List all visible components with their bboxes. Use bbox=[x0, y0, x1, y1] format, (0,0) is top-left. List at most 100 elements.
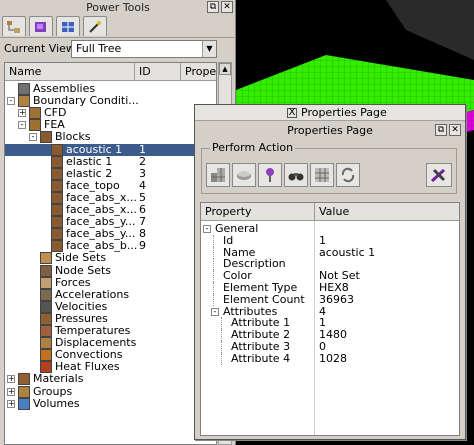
close-icon[interactable]: ✕ bbox=[449, 124, 461, 136]
tree-line bbox=[221, 341, 222, 353]
tree-item[interactable]: acoustic 1 1 bbox=[5, 142, 216, 156]
block-icon bbox=[51, 179, 63, 192]
power-tools-toolbar bbox=[2, 16, 107, 36]
column-header-value[interactable]: Value bbox=[315, 203, 459, 221]
current-view-row: Current View Full Tree ▼ bbox=[0, 37, 236, 59]
current-view-value: Full Tree bbox=[76, 42, 122, 55]
tree-line bbox=[213, 282, 214, 294]
current-view-label: Current View bbox=[4, 42, 75, 55]
panel-title: Power Tools bbox=[86, 1, 150, 14]
tree-item-label: Volumes bbox=[33, 396, 80, 410]
pressures-icon bbox=[40, 312, 52, 325]
properties-window: X Properties Page Properties Page ⧉ ✕ Pe… bbox=[194, 104, 466, 440]
property-key: General bbox=[215, 222, 259, 235]
tree-item[interactable]: + Materials bbox=[5, 373, 216, 386]
tree-item[interactable]: - Boundary Conditi... bbox=[5, 95, 216, 108]
side-sets-icon bbox=[40, 252, 52, 265]
perform-action-group: Perform Action bbox=[201, 142, 457, 194]
tree-item[interactable]: Side Sets bbox=[5, 252, 216, 265]
tree-header: Name ID Proper bbox=[5, 63, 216, 81]
wand-tab-icon[interactable] bbox=[83, 16, 107, 36]
binoculars-icon[interactable] bbox=[284, 163, 308, 187]
expand-icon[interactable]: + bbox=[7, 387, 15, 396]
tree-item-label: elastic 2 bbox=[66, 166, 113, 180]
tree-line bbox=[213, 293, 214, 306]
tree-item-label: Groups bbox=[33, 384, 73, 398]
tree-item[interactable]: + Groups bbox=[5, 384, 216, 398]
collapse-icon[interactable]: - bbox=[18, 121, 26, 130]
property-value: 1028 bbox=[319, 351, 347, 365]
tree-item[interactable]: - Blocks bbox=[5, 131, 216, 144]
tree-item-id: 3 bbox=[139, 166, 146, 180]
cfd-icon bbox=[29, 107, 41, 120]
tree-item-label: Accelerations bbox=[55, 287, 130, 301]
collapse-icon[interactable]: - bbox=[203, 225, 211, 233]
expand-icon[interactable]: + bbox=[18, 109, 26, 118]
temperatures-icon bbox=[40, 325, 52, 337]
property-key: Id bbox=[223, 233, 234, 247]
tree-line bbox=[213, 270, 214, 283]
close-icon[interactable]: ✕ bbox=[221, 1, 233, 13]
tree-item-label: face_topo bbox=[66, 178, 120, 192]
tree-item[interactable]: Accelerations bbox=[5, 287, 216, 301]
tree-line bbox=[213, 258, 214, 271]
tree-item[interactable]: + Volumes bbox=[5, 396, 216, 410]
tree-item[interactable]: face_abs_b... 9 bbox=[5, 240, 216, 253]
tree-item-label: acoustic 1 bbox=[66, 142, 123, 156]
property-table[interactable]: Property Value - General Id 1 Name acoustic 1… bbox=[200, 202, 460, 436]
block-icon bbox=[51, 228, 63, 241]
property-row[interactable]: Element Count 36963 bbox=[201, 292, 459, 306]
property-value: acoustic 1 bbox=[319, 245, 376, 259]
column-header-id[interactable]: ID bbox=[135, 63, 181, 81]
properties-header-title: Properties Page bbox=[287, 124, 373, 137]
convections-icon bbox=[40, 349, 52, 362]
property-value: 36963 bbox=[319, 292, 354, 306]
float-icon[interactable]: ⧉ bbox=[207, 1, 219, 13]
color-pin-icon[interactable] bbox=[258, 163, 282, 187]
current-view-select[interactable]: Full Tree ▼ bbox=[71, 40, 217, 58]
tree-item-label: Forces bbox=[55, 275, 91, 289]
tree-item[interactable]: Velocities bbox=[5, 300, 216, 313]
tree-item[interactable]: elastic 1 2 bbox=[5, 155, 216, 168]
property-row[interactable]: Id 1 bbox=[201, 233, 459, 247]
delete-icon[interactable] bbox=[426, 163, 452, 187]
tree-line bbox=[221, 352, 222, 365]
geometry-tab-icon[interactable] bbox=[29, 16, 53, 36]
chevron-down-icon[interactable]: ▼ bbox=[202, 41, 216, 57]
block-icon bbox=[51, 216, 63, 229]
tree-item-id: 1 bbox=[139, 142, 146, 156]
mesh-grid-icon[interactable] bbox=[206, 163, 230, 187]
tree-item[interactable]: - FEA bbox=[5, 119, 216, 132]
groups-icon bbox=[18, 385, 30, 398]
eraser-icon[interactable] bbox=[232, 163, 256, 187]
collapse-icon[interactable]: - bbox=[211, 307, 219, 316]
app-icon: X bbox=[287, 107, 297, 118]
tree-item[interactable]: Node Sets bbox=[5, 264, 216, 277]
column-header-name[interactable]: Name bbox=[5, 63, 135, 81]
tree-item[interactable]: Forces bbox=[5, 275, 216, 289]
collapse-icon[interactable]: - bbox=[7, 97, 15, 106]
expand-icon[interactable]: + bbox=[7, 399, 15, 408]
property-key: Attribute 4 bbox=[231, 351, 291, 365]
block-icon bbox=[51, 191, 63, 204]
mesh-tab-icon[interactable] bbox=[56, 16, 80, 36]
property-row[interactable]: Attribute 4 1028 bbox=[201, 351, 459, 365]
property-row[interactable]: - General bbox=[201, 223, 459, 235]
model-tree[interactable]: Name ID Proper Assemblies-Boundary Condi… bbox=[4, 62, 217, 445]
expand-icon[interactable]: + bbox=[7, 375, 15, 384]
column-header-properties[interactable]: Proper bbox=[181, 63, 216, 81]
tree-tab-icon[interactable] bbox=[2, 16, 26, 36]
properties-titlebar[interactable]: X Properties Page bbox=[195, 105, 465, 121]
collapse-icon[interactable]: - bbox=[29, 133, 37, 142]
block-icon bbox=[51, 167, 63, 180]
column-header-property[interactable]: Property bbox=[201, 203, 315, 221]
scroll-up-icon[interactable]: ▲ bbox=[219, 63, 231, 75]
tree-item[interactable]: + CFD bbox=[5, 107, 216, 120]
tree-item[interactable]: face_topo 4 bbox=[5, 178, 216, 192]
float-icon[interactable]: ⧉ bbox=[435, 124, 447, 136]
materials-icon bbox=[18, 373, 30, 386]
grid-view-icon[interactable] bbox=[310, 163, 334, 187]
properties-header: Properties Page ⧉ ✕ bbox=[195, 122, 465, 138]
refresh-icon[interactable] bbox=[336, 163, 360, 187]
tree-item[interactable]: elastic 2 3 bbox=[5, 166, 216, 180]
